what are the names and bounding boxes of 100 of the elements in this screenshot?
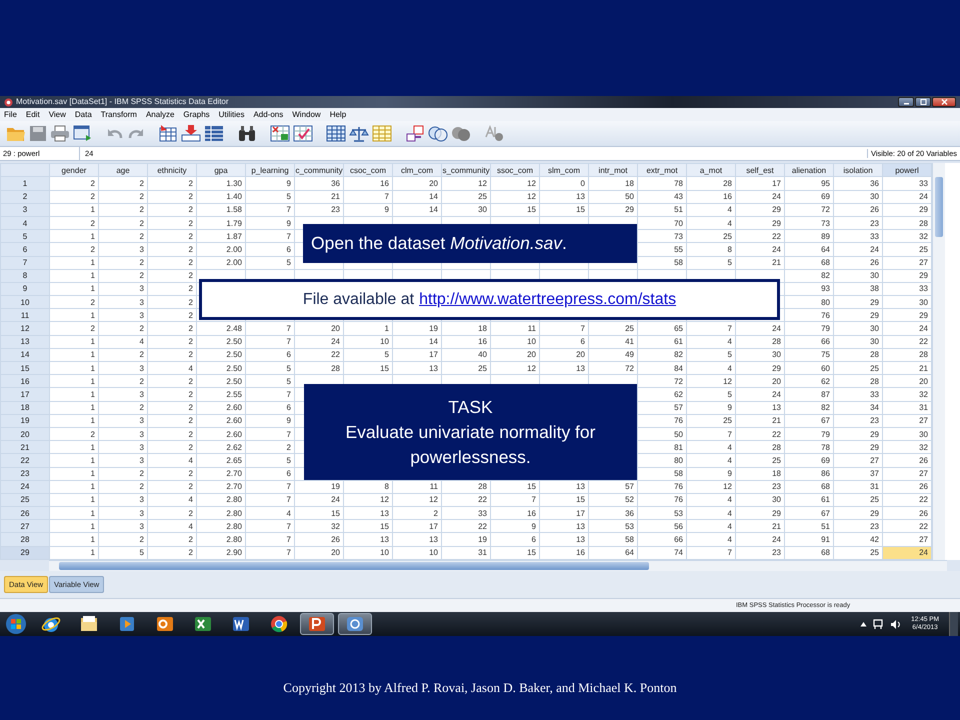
table-cell[interactable]: 29 [736,203,784,216]
table-cell[interactable]: 28 [736,440,784,454]
table-cell[interactable]: 30 [442,203,490,216]
menu-item[interactable]: File [4,110,17,119]
table-cell[interactable]: 95 [784,176,834,190]
column-header[interactable]: extr_mot [638,164,686,177]
table-cell[interactable]: 28 [834,374,882,388]
table-cell[interactable]: 72 [588,362,638,375]
table-cell[interactable]: 16 [442,335,490,348]
table-cell[interactable]: 30 [736,348,784,362]
table-cell[interactable]: 23 [834,414,882,428]
table-cell[interactable]: 2.80 [196,506,246,520]
table-cell[interactable]: 4 [686,362,736,375]
table-cell[interactable]: 18 [442,322,490,336]
table-cell[interactable]: 9 [490,520,540,533]
table-cell[interactable]: 36 [834,176,882,190]
table-cell[interactable]: 9 [686,401,736,414]
table-cell[interactable]: 7 [246,322,294,336]
table-cell[interactable]: 9 [246,176,294,190]
row-header[interactable]: 13 [0,335,50,348]
table-cell[interactable]: 3 [98,282,148,296]
menu-item[interactable]: Analyze [146,110,174,119]
table-cell[interactable]: 2 [148,308,196,322]
table-cell[interactable]: 18 [736,467,784,480]
table-cell[interactable]: 2 [148,242,196,256]
table-cell[interactable]: 10 [490,335,540,348]
table-cell[interactable]: 17 [392,520,442,533]
row-header[interactable]: 9 [0,282,50,296]
table-cell[interactable]: 31 [442,546,490,560]
table-cell[interactable]: 25 [442,190,490,204]
table-cell[interactable]: 21 [736,256,784,270]
table-cell[interactable]: 33 [834,388,882,402]
table-cell[interactable]: 3 [98,388,148,402]
row-header[interactable]: 28 [0,532,50,546]
table-cell[interactable]: 2.70 [196,467,246,480]
table-cell[interactable]: 2 [98,532,148,546]
table-cell[interactable]: 66 [784,335,834,348]
table-cell[interactable]: 30 [834,269,882,282]
table-cell[interactable]: 6 [490,532,540,546]
table-cell[interactable]: 52 [588,493,638,507]
table-cell[interactable]: 19 [392,322,442,336]
table-cell[interactable]: 29 [834,440,882,454]
table-cell[interactable]: 58 [638,256,686,270]
table-cell[interactable]: 36 [588,506,638,520]
table-cell[interactable]: 18 [588,176,638,190]
row-header[interactable]: 29 [0,546,50,560]
table-cell[interactable]: 15 [540,203,588,216]
table-cell[interactable]: 67 [784,506,834,520]
table-cell[interactable]: 2 [98,256,148,270]
table-cell[interactable]: 28 [736,335,784,348]
table-cell[interactable]: 21 [736,414,784,428]
table-cell[interactable]: 28 [294,362,344,375]
table-cell[interactable]: 30 [834,190,882,204]
table-cell[interactable]: 28 [686,176,736,190]
table-cell[interactable]: 1.58 [196,203,246,216]
table-cell[interactable]: 23 [834,216,882,230]
table-cell[interactable]: 2 [148,546,196,560]
table-cell[interactable]: 2 [148,230,196,243]
table-cell[interactable]: 53 [588,520,638,533]
table-cell[interactable]: 25 [686,230,736,243]
table-cell[interactable]: 2.62 [196,440,246,454]
table-cell[interactable]: 2 [148,216,196,230]
table-cell[interactable]: 68 [784,256,834,270]
table-cell[interactable]: 2 [148,480,196,494]
table-cell[interactable]: 29 [736,216,784,230]
table-cell[interactable]: 50 [588,190,638,204]
row-header[interactable]: 25 [0,493,50,507]
table-cell[interactable]: 24 [736,242,784,256]
table-cell[interactable]: 6 [540,335,588,348]
table-cell[interactable]: 4 [686,440,736,454]
table-cell[interactable]: 25 [686,414,736,428]
dialog-icon[interactable] [73,125,93,142]
table-cell[interactable]: 6 [246,348,294,362]
table-cell[interactable]: 2 [98,203,148,216]
table-arrow-icon[interactable] [158,125,178,142]
table-cell[interactable]: 67 [784,414,834,428]
table-cell[interactable]: 25 [834,546,882,560]
table-cell[interactable]: 2.60 [196,414,246,428]
table-cell[interactable]: 2.70 [196,480,246,494]
table-cell[interactable]: 3 [98,493,148,507]
table-cell[interactable]: 12 [344,493,392,507]
table-cell[interactable]: 5 [246,190,294,204]
column-header[interactable]: p_learning [246,164,294,177]
table-cell[interactable]: 1 [50,348,98,362]
table-cell[interactable]: 5 [246,256,294,270]
table-cell[interactable]: 36 [294,176,344,190]
table-cell[interactable]: 3 [98,414,148,428]
table-cell[interactable]: 4 [148,454,196,467]
table-cell[interactable]: 4 [686,203,736,216]
table-cell[interactable]: 3 [98,308,148,322]
table-cell[interactable]: 1 [50,520,98,533]
table-cell[interactable]: 23 [736,480,784,494]
row-header[interactable]: 24 [0,480,50,494]
table-cell[interactable]: 5 [246,362,294,375]
table-cell[interactable]: 23 [294,203,344,216]
table-cell[interactable]: 22 [442,520,490,533]
table-cell[interactable]: 20 [392,176,442,190]
table-cell[interactable]: 87 [784,388,834,402]
table-cell[interactable]: 20 [540,348,588,362]
table-cell[interactable]: 7 [246,546,294,560]
